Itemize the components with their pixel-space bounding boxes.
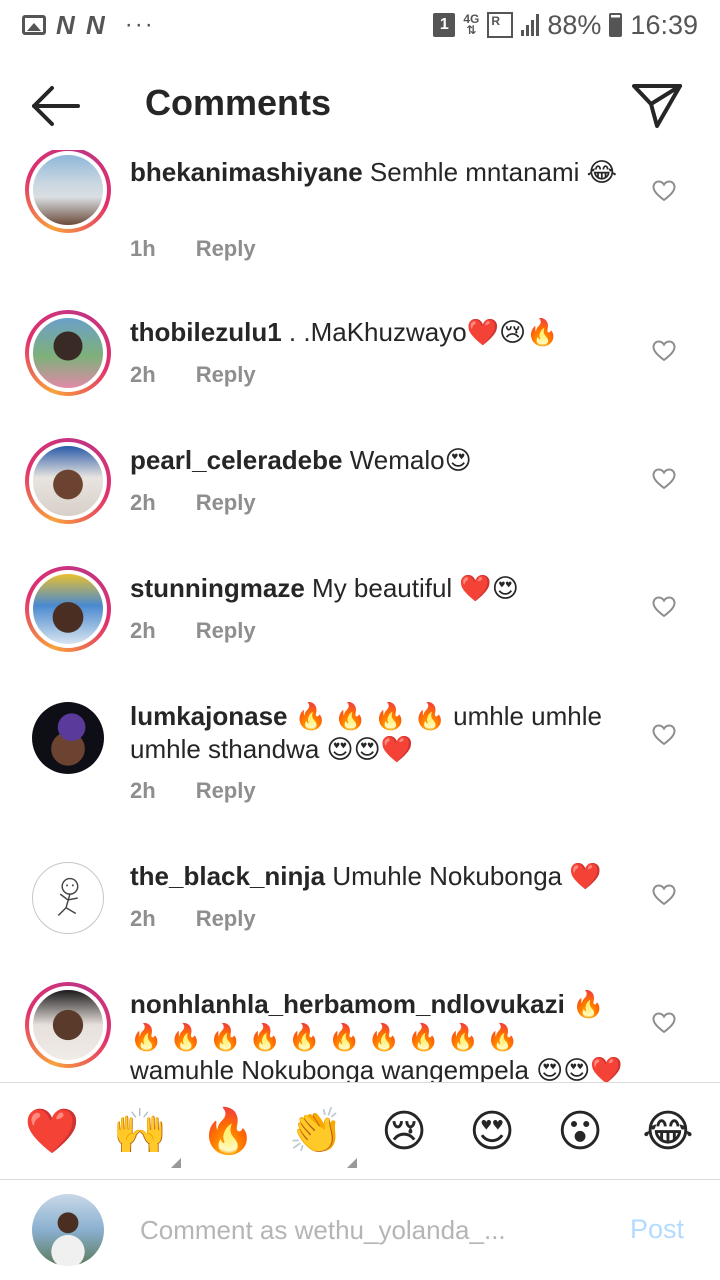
sim-slot-icon: 1: [433, 13, 456, 37]
comment-meta: 2h Reply: [130, 490, 256, 516]
reply-button[interactable]: Reply: [196, 236, 256, 262]
battery-icon: [609, 13, 623, 37]
comment-username[interactable]: bhekanimashiyane: [130, 157, 363, 187]
avatar[interactable]: [25, 310, 111, 396]
comment-body: pearl_celeradebe Wemalo😍: [130, 444, 630, 477]
comment-input[interactable]: [140, 1210, 540, 1250]
page-title: Comments: [145, 82, 332, 123]
emoji-heart-button[interactable]: ❤️: [17, 1096, 87, 1166]
comment-body: stunningmaze My beautiful ❤️😍: [130, 572, 630, 605]
reply-button[interactable]: Reply: [196, 490, 256, 516]
comment-username[interactable]: thobilezulu1: [130, 317, 282, 347]
comment-body: bhekanimashiyane Semhle mntanami 😂: [130, 156, 630, 189]
comment-time: 1h: [130, 236, 156, 261]
heart-icon[interactable]: [652, 596, 676, 618]
comment-username[interactable]: lumkajonase: [130, 701, 288, 731]
emoji-clap-glyph: 👏: [288, 1107, 344, 1156]
heart-icon[interactable]: [652, 340, 676, 362]
comment-time: 2h: [130, 490, 156, 515]
comment-body: lumkajonase 🔥 🔥 🔥 🔥 umhle umhle umhle st…: [130, 700, 630, 766]
heart-icon[interactable]: [652, 180, 676, 202]
emoji-crying-button[interactable]: 😢: [369, 1096, 439, 1166]
direct-share-icon[interactable]: [630, 80, 684, 130]
comment-meta: 2h Reply: [130, 778, 256, 804]
comment-text: Semhle mntanami 😂: [369, 157, 618, 187]
signal-strength-icon: [521, 14, 540, 36]
heart-icon[interactable]: [652, 1012, 676, 1034]
comment-body: the_black_ninja Umuhle Nokubonga ❤️: [130, 860, 630, 893]
comment-time: 2h: [130, 778, 156, 803]
header: Comments: [0, 50, 720, 160]
skin-tone-indicator-icon: [347, 1158, 357, 1168]
data-arrows-icon: ⇅: [466, 23, 477, 37]
skin-tone-indicator-icon: [171, 1158, 181, 1168]
comment-text: My beautiful ❤️😍: [312, 573, 519, 603]
comment-meta: 1h Reply: [130, 236, 256, 262]
emoji-surprised-button[interactable]: 😮: [545, 1096, 615, 1166]
comment-username[interactable]: pearl_celeradebe: [130, 445, 342, 475]
emoji-raised-hands-button[interactable]: 🙌: [105, 1096, 181, 1168]
roaming-signal-icon: R: [487, 12, 514, 38]
avatar[interactable]: [32, 862, 104, 934]
heart-icon[interactable]: [652, 884, 676, 906]
emoji-raised-hands-glyph: 🙌: [112, 1107, 168, 1156]
news-notification-icon: N N: [56, 9, 107, 40]
comment-meta: 2h Reply: [130, 618, 256, 644]
comment-text: Wemalo😍: [349, 445, 472, 475]
reply-button[interactable]: Reply: [196, 362, 256, 388]
reply-button[interactable]: Reply: [196, 906, 256, 932]
more-notifications-icon: ···: [124, 11, 155, 38]
comments-list[interactable]: bhekanimashiyane Semhle mntanami 😂 1h Re…: [0, 150, 720, 1082]
comment-time: 2h: [130, 362, 156, 387]
emoji-tears-of-joy-button[interactable]: 😂: [633, 1096, 703, 1166]
comment-body: thobilezulu1 . .MaKhuzwayo❤️😢🔥: [130, 316, 630, 349]
default-avatar-icon: [32, 862, 104, 934]
clock: 16:39: [630, 9, 698, 40]
heart-icon[interactable]: [652, 724, 676, 746]
back-arrow-icon[interactable]: [28, 82, 84, 130]
emoji-fire-button[interactable]: 🔥: [193, 1096, 263, 1166]
comment-composer: Post: [0, 1180, 720, 1280]
heart-icon[interactable]: [652, 468, 676, 490]
status-bar: N N ··· 1 4G ⇅ R 88% 16:39: [0, 0, 720, 50]
avatar[interactable]: [25, 982, 111, 1068]
avatar[interactable]: [25, 150, 111, 233]
avatar[interactable]: [25, 438, 111, 524]
avatar[interactable]: [32, 702, 104, 774]
comment-time: 2h: [130, 906, 156, 931]
comment-text: . .MaKhuzwayo❤️😢🔥: [288, 317, 559, 347]
comment-time: 2h: [130, 618, 156, 643]
network-type-icon: 4G ⇅: [463, 13, 479, 37]
comment-meta: 2h Reply: [130, 362, 256, 388]
quick-emoji-bar: ❤️ 🙌 🔥 👏 😢 😍 😮 😂: [0, 1082, 720, 1180]
comment-username[interactable]: the_black_ninja: [130, 861, 325, 891]
avatar[interactable]: [25, 566, 111, 652]
post-button[interactable]: Post: [630, 1214, 684, 1245]
comment-body: nonhlanhla_herbamom_ndlovukazi 🔥 🔥 🔥 🔥 🔥…: [130, 988, 630, 1082]
comment-meta: 2h Reply: [130, 906, 256, 932]
comment-text: Umuhle Nokubonga ❤️: [332, 861, 602, 891]
reply-button[interactable]: Reply: [196, 618, 256, 644]
battery-percent: 88%: [547, 9, 602, 40]
comment-username[interactable]: nonhlanhla_herbamom_ndlovukazi: [130, 989, 565, 1019]
emoji-clap-button[interactable]: 👏: [281, 1096, 357, 1168]
reply-button[interactable]: Reply: [196, 778, 256, 804]
emoji-heart-eyes-button[interactable]: 😍: [457, 1096, 527, 1166]
comment-username[interactable]: stunningmaze: [130, 573, 305, 603]
gallery-notification-icon: [22, 15, 46, 35]
current-user-avatar: [32, 1194, 104, 1266]
